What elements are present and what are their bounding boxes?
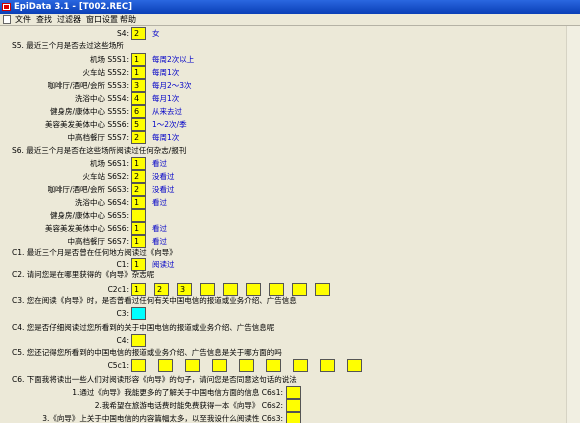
app-icon xyxy=(2,3,11,11)
s5-question: S5. 最近三个月是否去过这些场所 xyxy=(12,41,124,50)
c4-label: C4: xyxy=(116,336,129,345)
menu-window-settings[interactable]: 窗口设置 xyxy=(86,14,118,26)
s6-row-label: 火车站 S6S2: xyxy=(82,172,129,181)
c2c5-field[interactable] xyxy=(223,283,238,296)
c2c7-field[interactable] xyxy=(269,283,284,296)
s6-row-label: 中高档餐厅 S6S7: xyxy=(67,237,129,246)
s5s5-field[interactable]: 6 xyxy=(131,105,146,118)
c6-statement: 3.《向导》上关于中国电信的内容篇幅太多，以至我设什么阅读性 C6s3: xyxy=(42,414,283,423)
c6s3-field[interactable] xyxy=(286,412,301,423)
s6-row-label: 洗浴中心 S6S4: xyxy=(75,198,129,207)
s6s4-field[interactable]: 1 xyxy=(131,196,146,209)
c2c8-field[interactable] xyxy=(292,283,307,296)
menu-filter[interactable]: 过滤器 xyxy=(57,14,81,26)
c5c1-field[interactable] xyxy=(131,359,146,372)
s6s7-field[interactable]: 1 xyxy=(131,235,146,248)
c6-statement: 1.通过《向导》我能更多的了解关于中国电信方面的信息 C6s1: xyxy=(72,388,283,397)
s4-field[interactable]: 2 xyxy=(131,27,146,40)
s6s3-answer: 没看过 xyxy=(152,185,175,194)
s5s7-answer: 每周1次 xyxy=(152,133,180,142)
s4-label: S4: xyxy=(116,29,129,38)
c2c9-field[interactable] xyxy=(315,283,330,296)
s5s2-field[interactable]: 1 xyxy=(131,66,146,79)
s5s5-answer: 从来去过 xyxy=(152,107,182,116)
c3-field[interactable] xyxy=(131,307,146,320)
s5s6-field[interactable]: 5 xyxy=(131,118,146,131)
c5c3-field[interactable] xyxy=(185,359,200,372)
s6s6-answer: 看过 xyxy=(152,224,167,233)
window-title: EpiData 3.1 - [T002.REC] xyxy=(14,2,132,12)
s6s1-field[interactable]: 1 xyxy=(131,157,146,170)
c2c2-field[interactable]: 2 xyxy=(154,283,169,296)
c5c5-field[interactable] xyxy=(239,359,254,372)
c3-label: C3: xyxy=(116,309,129,318)
menu-find[interactable]: 查找 xyxy=(36,14,52,26)
s6-row-label: 咖啡厅/酒吧/会所 S6S3: xyxy=(47,185,129,194)
s6s2-field[interactable]: 2 xyxy=(131,170,146,183)
s6s3-field[interactable]: 2 xyxy=(131,183,146,196)
s5-row-label: 咖啡厅/酒吧/会所 S5S3: xyxy=(47,81,129,90)
c5c2-field[interactable] xyxy=(158,359,173,372)
c2c1-field[interactable]: 1 xyxy=(131,283,146,296)
s6s6-field[interactable]: 1 xyxy=(131,222,146,235)
s5s2-answer: 每周1次 xyxy=(152,68,180,77)
c5-label: C5c1: xyxy=(107,361,129,370)
s6s2-answer: 没看过 xyxy=(152,172,175,181)
document-icon[interactable] xyxy=(3,15,11,24)
c4-field[interactable] xyxy=(131,334,146,347)
c5-question: C5. 您还记得您所看到的中国电信的报道或业务介绍、广告信息是关于哪方面的吗 xyxy=(12,348,282,357)
c5c7-field[interactable] xyxy=(293,359,308,372)
menu-help[interactable]: 帮助 xyxy=(120,14,136,26)
s5-row-label: 机场 S5S1: xyxy=(90,55,129,64)
s5s1-field[interactable]: 1 xyxy=(131,53,146,66)
s5s1-answer: 每周2次以上 xyxy=(152,55,195,64)
s5s4-answer: 每月1次 xyxy=(152,94,180,103)
s5s3-answer: 每月2～3次 xyxy=(152,81,192,90)
s6s4-answer: 看过 xyxy=(152,198,167,207)
c2c3-field[interactable]: 3 xyxy=(177,283,192,296)
window-titlebar: EpiData 3.1 - [T002.REC] xyxy=(0,0,580,14)
c6s2-field[interactable] xyxy=(286,399,301,412)
menu-bar: 文件 查找 过滤器 窗口设置 帮助 xyxy=(0,14,580,26)
c2c6-field[interactable] xyxy=(246,283,261,296)
vertical-scrollbar[interactable] xyxy=(566,26,580,423)
c3-question: C3. 您在阅读《向导》时，是否曾看过任何有关中国电信的报道或业务介绍、广告信息 xyxy=(12,296,297,305)
s5-row-label: 中高档餐厅 S5S7: xyxy=(67,133,129,142)
s5s4-field[interactable]: 4 xyxy=(131,92,146,105)
c1-answer: 阅读过 xyxy=(152,260,175,269)
s4-answer: 女 xyxy=(152,29,160,38)
c5c4-field[interactable] xyxy=(212,359,227,372)
s5-row-label: 洗浴中心 S5S4: xyxy=(75,94,129,103)
c5c6-field[interactable] xyxy=(266,359,281,372)
s5s7-field[interactable]: 2 xyxy=(131,131,146,144)
c2-label: C2c1: xyxy=(107,285,129,294)
c4-question: C4. 您是否仔细阅读过您所看到的关于中国电信的报道或业务介绍、广告信息呢 xyxy=(12,323,275,332)
c1-question: C1. 最近三个月是否曾在任何地方阅读过《向导》 xyxy=(12,248,177,257)
s5-row-label: 火车站 S5S2: xyxy=(82,68,129,77)
c2-question: C2. 请问您是在哪里获得的《向导》杂志呢 xyxy=(12,270,155,279)
s6-row-label: 美容美发美体中心 S6S6: xyxy=(45,224,129,233)
c6-statement: 2.我希望在旅游电话费时能免费获得一本《向导》 C6s2: xyxy=(94,401,283,410)
c6s1-field[interactable] xyxy=(286,386,301,399)
s6s1-answer: 看过 xyxy=(152,159,167,168)
data-entry-form: S4: 2 女 S5. 最近三个月是否去过这些场所 机场 S5S1: 1 每周2… xyxy=(0,26,566,423)
s6-row-label: 机场 S6S1: xyxy=(90,159,129,168)
s6s5-field[interactable] xyxy=(131,209,146,222)
c1-label: C1: xyxy=(116,260,129,269)
s6-row-label: 健身房/康体中心 S6S5: xyxy=(49,211,129,220)
s6s7-answer: 看过 xyxy=(152,237,167,246)
s5-row-label: 健身房/康体中心 S5S5: xyxy=(49,107,129,116)
menu-file[interactable]: 文件 xyxy=(15,14,31,26)
s5-row-label: 美容美发美体中心 S5S6: xyxy=(45,120,129,129)
c5c9-field[interactable] xyxy=(347,359,362,372)
s5s6-answer: 1～2次/季 xyxy=(152,120,187,129)
c5c8-field[interactable] xyxy=(320,359,335,372)
c6-question: C6. 下面我将读出一些人们对阅读形容《向导》的句子，请问您是否同意这句话的说法 xyxy=(12,375,297,384)
c2c4-field[interactable] xyxy=(200,283,215,296)
s6-question: S6. 最近三个月是否在这些场所阅读过任何杂志/报刊 xyxy=(12,146,187,155)
s5s3-field[interactable]: 3 xyxy=(131,79,146,92)
